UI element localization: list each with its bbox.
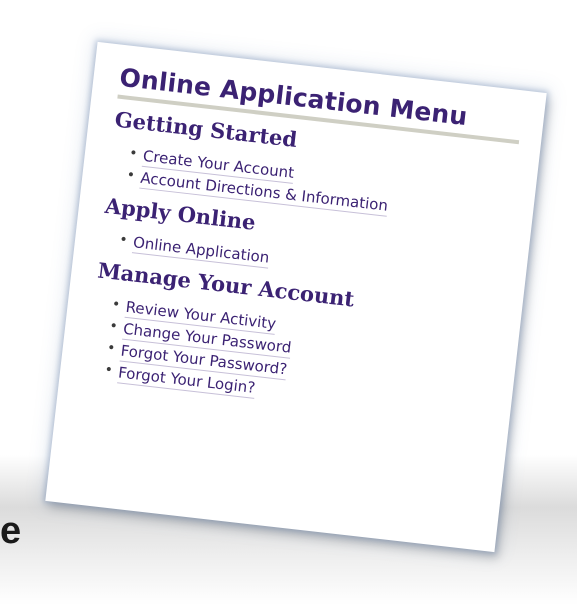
background-partial-text: e [0, 510, 22, 552]
bullet-icon: • [103, 361, 114, 379]
application-menu-card: Online Application Menu Getting Started … [45, 41, 547, 553]
bullet-icon: • [128, 145, 139, 163]
bullet-icon: • [108, 318, 119, 335]
bullet-icon: • [118, 231, 129, 249]
bullet-icon: • [125, 167, 136, 184]
bullet-icon: • [106, 339, 117, 357]
bullet-icon: • [111, 296, 122, 314]
